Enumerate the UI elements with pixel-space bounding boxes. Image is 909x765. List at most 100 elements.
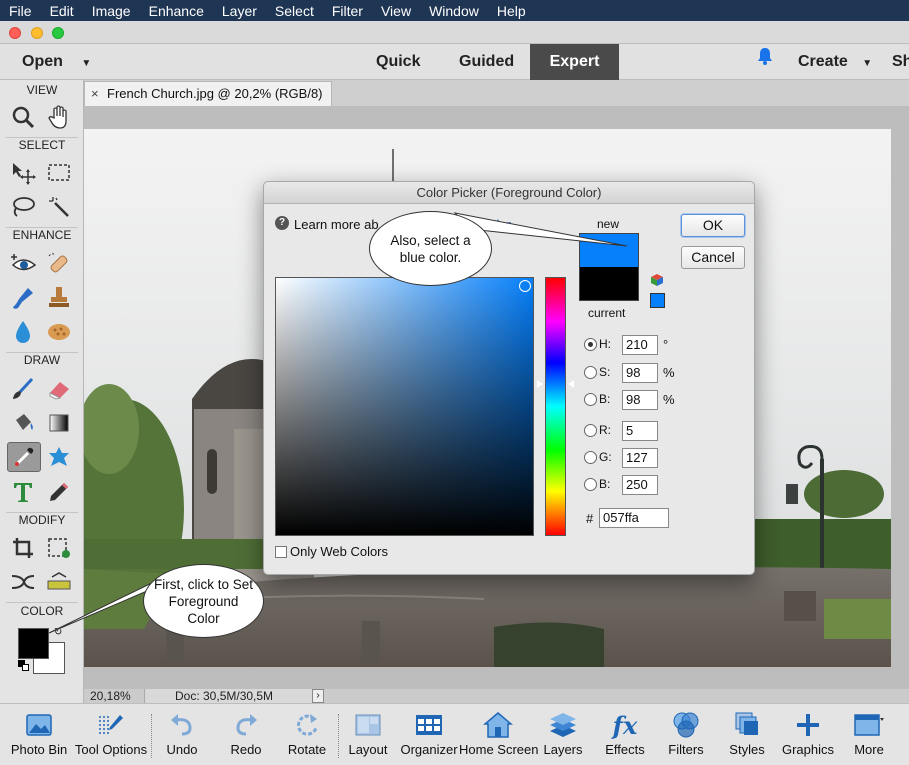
green-radio[interactable] [584,451,597,464]
only-web-colors-checkbox[interactable]: Only Web Colors [275,544,388,559]
blue-input[interactable]: 250 [622,475,658,495]
status-menu-arrow[interactable]: › [312,689,324,703]
color-field-handle[interactable] [519,280,531,292]
move-tool-icon[interactable] [6,158,40,188]
saturation-radio[interactable] [584,366,597,379]
hand-tool-icon[interactable] [42,102,76,132]
menu-view[interactable]: View [372,3,420,19]
organizer-button[interactable]: Organizer [390,708,468,764]
cancel-button[interactable]: Cancel [681,246,745,269]
menu-edit[interactable]: Edit [41,3,83,19]
red-eye-tool-icon[interactable] [6,249,40,279]
content-aware-move-icon[interactable] [6,567,40,597]
web-safe-color-swatch[interactable] [650,293,665,308]
tool-options-label: Tool Options [74,742,148,757]
smart-brush-icon[interactable] [6,283,40,313]
brightness-radio[interactable] [584,393,597,406]
rectangular-marquee-icon[interactable] [42,158,76,188]
tool-options-button[interactable]: Tool Options [72,708,150,764]
current-color-swatch[interactable] [579,267,639,301]
recompose-tool-icon[interactable] [42,533,76,563]
hue-slider[interactable] [545,277,566,536]
hue-slider-left-arrow[interactable] [537,380,543,388]
zoom-window-button[interactable] [52,27,64,39]
photo-bin-label: Photo Bin [10,742,68,757]
ok-button[interactable]: OK [681,214,745,237]
chevron-down-icon: ▼ [862,58,873,69]
hue-label: H: [599,337,611,351]
brush-tool-icon[interactable] [6,374,40,404]
section-enhance-label: ENHANCE [12,228,72,242]
help-icon[interactable]: ? [275,216,289,230]
window-titlebar [0,21,909,44]
document-tab[interactable]: × French Church.jpg @ 20,2% (RGB/8) * [84,81,332,125]
checkbox-box[interactable] [275,546,287,558]
red-label: R: [599,423,611,437]
default-colors-icon[interactable] [18,660,29,671]
minimize-window-button[interactable] [31,27,43,39]
new-color-label: new [597,217,620,231]
section-draw-label: DRAW [23,353,61,367]
magic-wand-icon[interactable] [42,192,76,222]
notification-bell-icon[interactable] [756,44,774,80]
chevron-down-icon: ▼ [81,58,92,69]
saturation-input[interactable]: 98 [622,363,658,383]
hue-slider-right-arrow[interactable] [568,380,574,388]
new-color-swatch [579,233,639,267]
foreground-color-swatch[interactable] [18,628,49,659]
photo-bin-button[interactable]: Photo Bin [0,708,78,764]
hue-input[interactable]: 210 [622,335,658,355]
current-color-label: current [588,306,626,320]
create-button[interactable]: Create ▼ [798,44,872,80]
close-tab-icon[interactable]: × [91,82,99,106]
sponge-tool-icon[interactable] [42,317,76,347]
saturation-brightness-field[interactable] [275,277,534,536]
paint-bucket-icon[interactable] [6,408,40,438]
brightness-input[interactable]: 98 [622,390,658,410]
green-input[interactable]: 127 [622,448,658,468]
blue-radio[interactable] [584,478,597,491]
healing-brush-icon[interactable] [42,249,76,279]
menu-filter[interactable]: Filter [323,3,372,19]
pencil-tool-icon[interactable] [42,477,76,507]
taskbar: Photo Bin Tool Options Undo Redo Rotate … [0,703,909,765]
lasso-tool-icon[interactable] [6,192,40,222]
zoom-tool-icon[interactable] [6,102,40,132]
red-radio[interactable] [584,424,597,437]
more-button[interactable]: More [830,708,908,764]
close-window-button[interactable] [9,27,21,39]
menu-enhance[interactable]: Enhance [140,3,213,19]
tab-expert[interactable]: Expert [530,44,619,80]
open-label: Open [22,53,63,70]
swap-colors-icon[interactable]: ↻ [54,627,62,638]
eyedropper-tool-icon[interactable] [7,442,41,472]
green-label: G: [599,450,612,464]
menu-select[interactable]: Select [266,3,323,19]
red-input[interactable]: 5 [622,421,658,441]
menu-layer[interactable]: Layer [213,3,266,19]
hex-input[interactable]: 057ffa [599,508,669,528]
eraser-tool-icon[interactable] [42,374,76,404]
open-button[interactable]: Open ▼ [22,44,91,80]
web-safe-warning-icon[interactable] [650,273,664,287]
type-tool-icon[interactable] [6,477,40,507]
tab-quick[interactable]: Quick [376,44,420,80]
tab-guided[interactable]: Guided [459,44,514,80]
blur-tool-icon[interactable] [6,317,40,347]
learn-more-link[interactable]: lor [497,217,511,232]
menu-file[interactable]: File [0,3,41,19]
tool-options-icon [72,708,150,742]
only-web-colors-label: Only Web Colors [290,544,389,559]
gradient-tool-icon[interactable] [42,408,76,438]
callout-select-blue: Also, select a blue color. [369,211,492,286]
hue-radio[interactable] [584,338,597,351]
menu-image[interactable]: Image [83,3,140,19]
menu-help[interactable]: Help [488,3,535,19]
custom-shape-icon[interactable] [42,442,76,472]
straighten-tool-icon[interactable] [42,567,76,597]
crop-tool-icon[interactable] [6,533,40,563]
clone-stamp-icon[interactable] [42,283,76,313]
share-button[interactable]: Sh [892,44,909,80]
menu-window[interactable]: Window [420,3,488,19]
saturation-label: S: [599,365,611,379]
